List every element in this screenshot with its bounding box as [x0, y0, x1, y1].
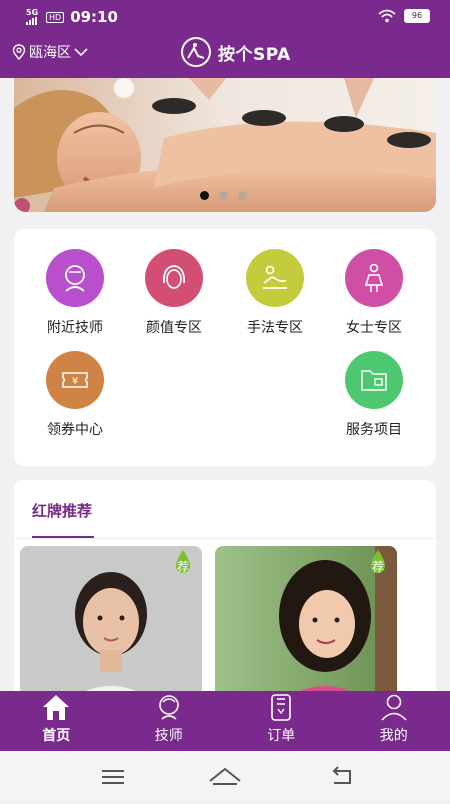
menu-item-service-items[interactable]: 服务项目 [324, 351, 424, 439]
technician-card[interactable]: 荐 [20, 546, 202, 706]
tab-label: 技师 [155, 725, 183, 745]
technician-head-icon [58, 261, 92, 295]
menu-label: 附近技师 [25, 317, 125, 337]
technician-icon [154, 693, 184, 721]
pagination-dot[interactable] [238, 191, 247, 200]
menu-label: 颜值专区 [124, 317, 224, 337]
pagination-dot[interactable] [200, 191, 209, 200]
menu-icon-circle: ¥ [46, 351, 104, 409]
menu-item-coupon-center[interactable]: ¥ 领券中心 [25, 351, 125, 439]
menu-icon-circle [145, 249, 203, 307]
tab-home[interactable]: 首页 [0, 691, 113, 751]
menu-icon-circle [246, 249, 304, 307]
home-outline-icon[interactable] [210, 769, 240, 784]
folder-icon [357, 363, 391, 397]
divider [14, 538, 436, 539]
pagination-dot[interactable] [219, 191, 228, 200]
hd-badge: HD [46, 12, 64, 23]
brand-name: 按个SPA [218, 40, 291, 65]
tab-label: 订单 [267, 725, 295, 745]
back-icon[interactable] [334, 767, 350, 783]
tab-label: 首页 [42, 725, 70, 745]
face-icon [157, 261, 191, 295]
menu-label: 领券中心 [25, 419, 125, 439]
app-header: 5G HD 09:10 96 瓯海区 [0, 0, 450, 78]
menu-label: 服务项目 [324, 419, 424, 439]
category-menu: 附近技师 颜值专区 手法专区 女士专区 [14, 229, 436, 466]
order-icon [266, 693, 296, 721]
coupon-icon: ¥ [58, 363, 92, 397]
status-bar: 5G HD 09:10 96 [0, 0, 450, 34]
battery-indicator: 96 [404, 9, 430, 23]
status-time: 09:10 [70, 8, 118, 26]
brand-logo: 按个SPA [180, 36, 291, 68]
recommend-tag: 荐 [170, 558, 196, 575]
menu-icon[interactable] [102, 771, 124, 783]
menu-item-nearby-technician[interactable]: 附近技师 [25, 249, 125, 337]
profile-icon [379, 693, 409, 721]
svg-text:¥: ¥ [72, 376, 78, 387]
system-navigation-bar [0, 751, 450, 800]
location-label: 瓯海区 [29, 42, 71, 62]
chevron-down-icon [74, 47, 88, 57]
tab-profile[interactable]: 我的 [338, 691, 450, 751]
technician-card[interactable]: 荐 [215, 546, 397, 706]
location-selector[interactable]: 瓯海区 [12, 42, 88, 62]
menu-label: 手法专区 [225, 317, 325, 337]
menu-icon-circle [345, 249, 403, 307]
tab-label: 我的 [380, 725, 408, 745]
banner-pagination [200, 191, 247, 200]
spa-logo-icon [180, 36, 212, 68]
menu-item-ladies-zone[interactable]: 女士专区 [324, 249, 424, 337]
promo-banner[interactable] [14, 78, 436, 212]
tab-technician[interactable]: 技师 [113, 691, 226, 751]
woman-icon [357, 261, 391, 295]
network-label: 5G [26, 9, 38, 17]
menu-label: 女士专区 [324, 317, 424, 337]
system-nav-icons [0, 751, 450, 800]
location-pin-icon [12, 44, 26, 60]
menu-item-beauty-zone[interactable]: 颜值专区 [124, 249, 224, 337]
recommend-tag: 荐 [365, 558, 391, 575]
menu-icon-circle [46, 249, 104, 307]
signal-icon [26, 17, 40, 25]
section-title: 红牌推荐 [32, 500, 92, 521]
bottom-tab-bar: 首页 技师 订单 我的 [0, 691, 450, 751]
home-icon [41, 693, 71, 721]
recommend-section: 红牌推荐 荐 [14, 480, 436, 720]
menu-item-technique-zone[interactable]: 手法专区 [225, 249, 325, 337]
wifi-icon [378, 9, 396, 23]
massage-icon [258, 261, 292, 295]
tab-orders[interactable]: 订单 [225, 691, 338, 751]
menu-icon-circle [345, 351, 403, 409]
